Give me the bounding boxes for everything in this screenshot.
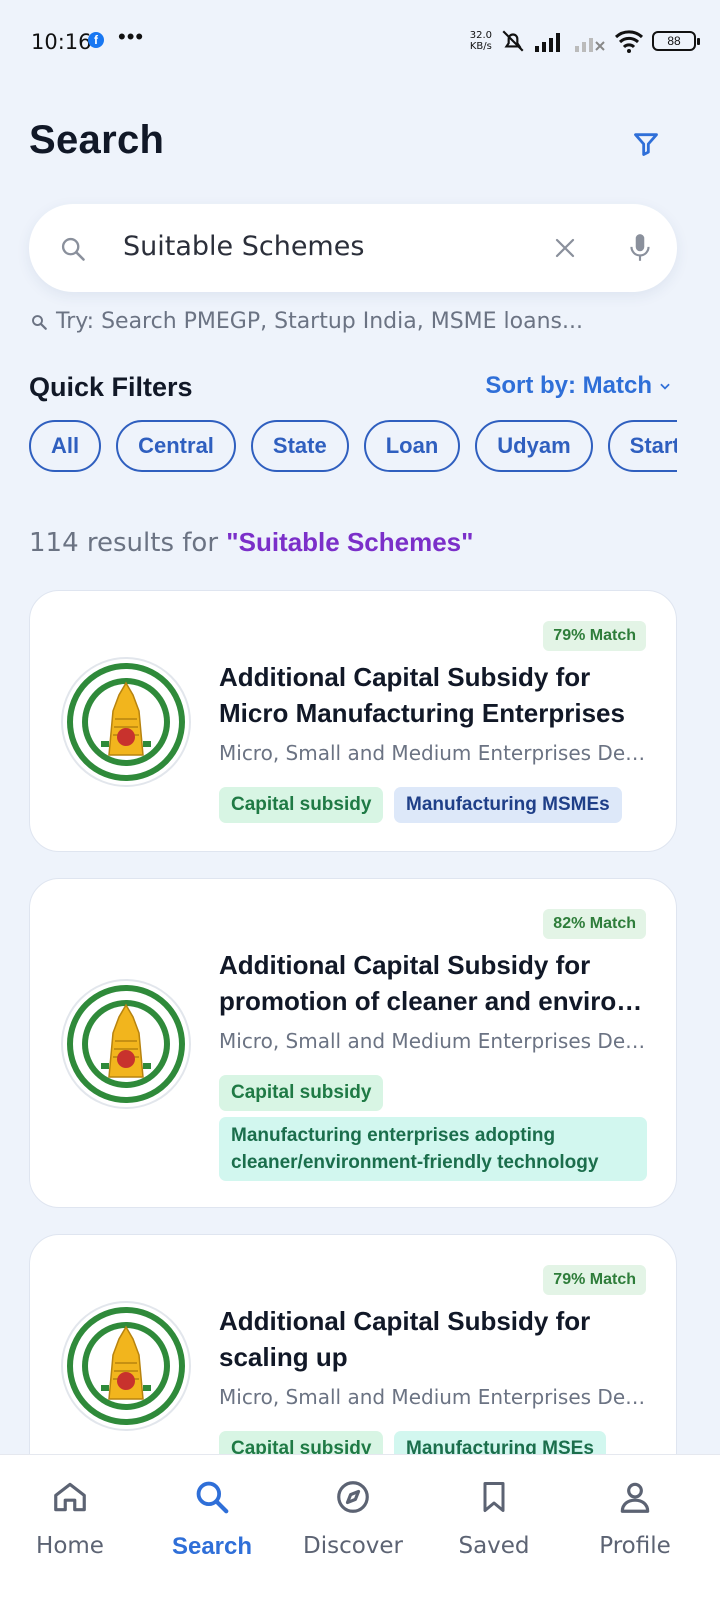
search-hint-icon bbox=[32, 314, 47, 330]
sort-by-button[interactable]: Sort by: Match bbox=[485, 372, 672, 400]
card-title: Additional Capital Subsidy for promotion… bbox=[219, 950, 649, 1016]
scheme-card[interactable]: 79% Match Additional Capital Subsidy for… bbox=[29, 590, 677, 852]
match-badge: 79% Match bbox=[543, 621, 646, 651]
search-bar bbox=[29, 204, 677, 292]
filter-icon bbox=[634, 133, 658, 156]
tag: Manufacturing MSMEs bbox=[394, 787, 622, 823]
chevron-down-icon bbox=[660, 383, 670, 390]
chip-loan[interactable]: Loan bbox=[363, 420, 461, 472]
bookmark-icon bbox=[483, 1482, 505, 1512]
chip-state[interactable]: State bbox=[250, 420, 349, 472]
chip-all[interactable]: All bbox=[29, 420, 102, 472]
nav-home[interactable]: Home bbox=[10, 1475, 130, 1559]
signal-off-icon bbox=[575, 38, 605, 52]
home-icon bbox=[54, 1482, 86, 1512]
signal-icon bbox=[535, 33, 560, 52]
facebook-icon: f bbox=[88, 32, 104, 48]
chip-central[interactable]: Central bbox=[116, 420, 236, 472]
chip-udyam[interactable]: Udyam bbox=[475, 420, 593, 472]
search-input[interactable] bbox=[123, 224, 523, 268]
card-title: Additional Capital Subsidy for scaling u… bbox=[219, 1306, 591, 1372]
nav-profile[interactable]: Profile bbox=[575, 1475, 695, 1559]
chip-startup[interactable]: Startup bbox=[607, 420, 677, 472]
mic-icon[interactable] bbox=[627, 232, 653, 264]
person-icon bbox=[620, 1482, 650, 1513]
status-indicators: 32.0 KB/s 88 bbox=[469, 28, 700, 54]
search-hint: Try: Search PMEGP, Startup India, MSME l… bbox=[30, 309, 583, 334]
card-department: Micro, Small and Medium Enterprises Depa… bbox=[219, 1385, 651, 1409]
match-badge: 82% Match bbox=[543, 909, 646, 939]
tn-emblem-logo bbox=[61, 979, 191, 1109]
more-notifications-icon: ••• bbox=[118, 24, 145, 49]
results-query: "Suitable Schemes" bbox=[226, 527, 474, 557]
search-icon bbox=[61, 237, 85, 261]
match-badge: 79% Match bbox=[543, 1265, 646, 1295]
filter-chips: All Central State Loan Udyam Startup bbox=[29, 420, 677, 474]
bell-muted-icon bbox=[502, 30, 524, 52]
tn-emblem-logo bbox=[61, 1301, 191, 1431]
search-icon bbox=[196, 1481, 229, 1514]
tag: Capital subsidy bbox=[219, 787, 384, 823]
search-hint-text: Try: Search PMEGP, Startup India, MSME l… bbox=[56, 309, 583, 334]
wifi-icon bbox=[614, 30, 644, 53]
card-department: Micro, Small and Medium Enterprises Depa… bbox=[219, 741, 651, 765]
tn-emblem-logo bbox=[61, 657, 191, 787]
tag: Capital subsidy bbox=[219, 1075, 384, 1111]
nav-search[interactable]: Search bbox=[152, 1475, 272, 1561]
status-time: 10:16 bbox=[31, 30, 92, 54]
card-title: Additional Capital Subsidy for Micro Man… bbox=[219, 662, 625, 728]
compass-icon bbox=[337, 1481, 369, 1513]
tag: Manufacturing enterprises adopting clean… bbox=[219, 1117, 647, 1181]
card-department: Micro, Small and Medium Enterprises Depa… bbox=[219, 1029, 651, 1053]
scheme-card[interactable]: 82% Match Additional Capital Subsidy for… bbox=[29, 878, 677, 1208]
results-count: 114 results for "Suitable Schemes" bbox=[29, 527, 474, 558]
bottom-nav: Home Search Discover Saved Profile bbox=[0, 1454, 720, 1600]
quick-filters-title: Quick Filters bbox=[29, 372, 193, 402]
battery-indicator: 88 bbox=[652, 31, 700, 51]
page-title: Search bbox=[29, 118, 165, 162]
nav-discover[interactable]: Discover bbox=[293, 1475, 413, 1559]
filter-button[interactable] bbox=[628, 124, 664, 164]
sort-by-label: Sort by: Match bbox=[485, 372, 652, 399]
status-bar: 10:16 f ••• 32.0 KB/s 88 bbox=[0, 0, 720, 82]
clear-search-icon[interactable] bbox=[553, 236, 577, 260]
nav-saved[interactable]: Saved bbox=[434, 1475, 554, 1559]
net-speed: 32.0 KB/s bbox=[469, 30, 492, 52]
